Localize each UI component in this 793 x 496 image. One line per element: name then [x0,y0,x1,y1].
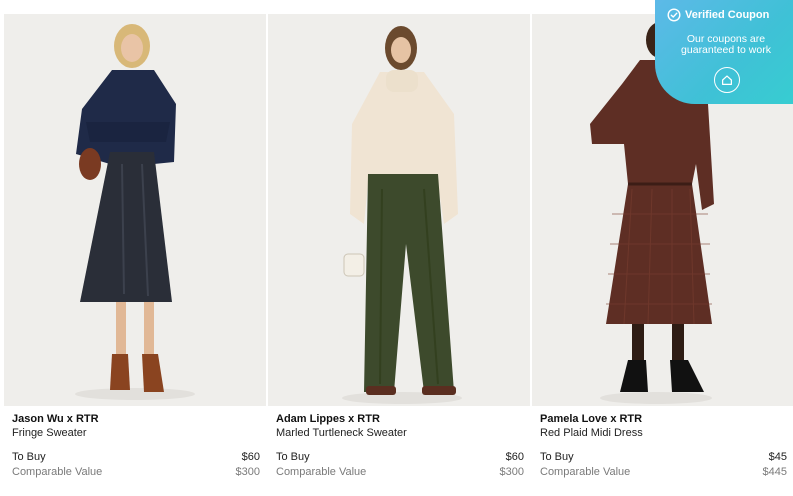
product-info: Jason Wu x RTR Fringe Sweater To Buy $60… [12,412,260,480]
product-photo[interactable] [268,14,530,406]
product-info: Adam Lippes x RTR Marled Turtleneck Swea… [276,412,524,480]
buy-price-row: To Buy $60 [276,450,524,465]
buy-label: To Buy [12,451,46,463]
product-name[interactable]: Marled Turtleneck Sweater [276,426,524,441]
comparable-value-row: Comparable Value $300 [276,465,524,480]
product-photo[interactable] [4,14,266,406]
buy-price: $45 [768,451,787,463]
comparable-price: $445 [762,466,787,478]
coupon-header: Verified Coupon [667,8,769,22]
product-name[interactable]: Fringe Sweater [12,426,260,441]
verified-coupon-badge[interactable]: Verified Coupon Our coupons are guarante… [655,0,793,104]
comparable-value-row: Comparable Value $300 [12,465,260,480]
product-name[interactable]: Red Plaid Midi Dress [540,426,787,441]
product-card[interactable]: Adam Lippes x RTR Marled Turtleneck Swea… [268,14,530,484]
comparable-price: $300 [499,466,524,478]
product-info: Pamela Love x RTR Red Plaid Midi Dress T… [540,412,787,480]
buy-price: $60 [505,451,524,463]
buy-price-row: To Buy $60 [12,450,260,465]
check-circle-icon [667,8,681,22]
buy-price: $60 [241,451,260,463]
product-card[interactable]: Jason Wu x RTR Fringe Sweater To Buy $60… [4,14,266,484]
comparable-label: Comparable Value [540,466,631,478]
product-brand[interactable]: Pamela Love x RTR [540,412,787,426]
comparable-label: Comparable Value [276,466,367,478]
comparable-value-row: Comparable Value $445 [540,465,787,480]
comparable-price: $300 [235,466,260,478]
product-brand[interactable]: Adam Lippes x RTR [276,412,524,426]
comparable-label: Comparable Value [12,466,103,478]
buy-label: To Buy [276,451,310,463]
buy-label: To Buy [540,451,574,463]
buy-price-row: To Buy $45 [540,450,787,465]
product-brand[interactable]: Jason Wu x RTR [12,412,260,426]
coupon-description: Our coupons are guaranteed to work [681,33,771,56]
coupon-title: Verified Coupon [685,9,770,21]
home-icon[interactable] [714,67,740,93]
